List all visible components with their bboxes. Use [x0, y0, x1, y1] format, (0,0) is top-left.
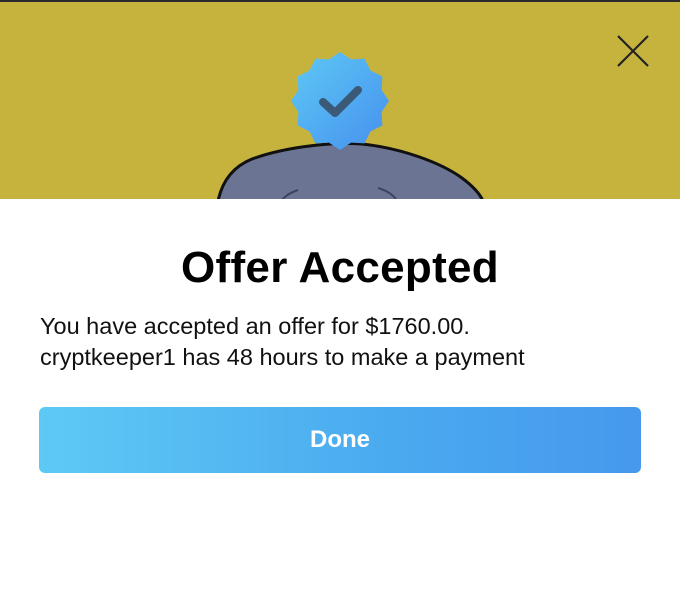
dialog-message: You have accepted an offer for $1760.00.… — [40, 311, 660, 373]
done-button[interactable]: Done — [39, 407, 641, 473]
close-button[interactable] — [612, 30, 654, 72]
close-icon — [617, 35, 649, 67]
rock-shape — [216, 142, 484, 199]
offer-accepted-dialog: Offer Accepted You have accepted an offe… — [0, 0, 680, 604]
dialog-title: Offer Accepted — [181, 243, 499, 292]
message-line-offer: You have accepted an offer for $1760.00. — [40, 313, 470, 339]
verified-badge-icon — [291, 52, 389, 150]
hero-illustration — [216, 52, 484, 199]
dialog-content: Offer Accepted You have accepted an offe… — [0, 199, 680, 604]
hero-illustration-banner — [0, 0, 680, 199]
message-line-payment: cryptkeeper1 has 48 hours to make a paym… — [40, 344, 525, 370]
